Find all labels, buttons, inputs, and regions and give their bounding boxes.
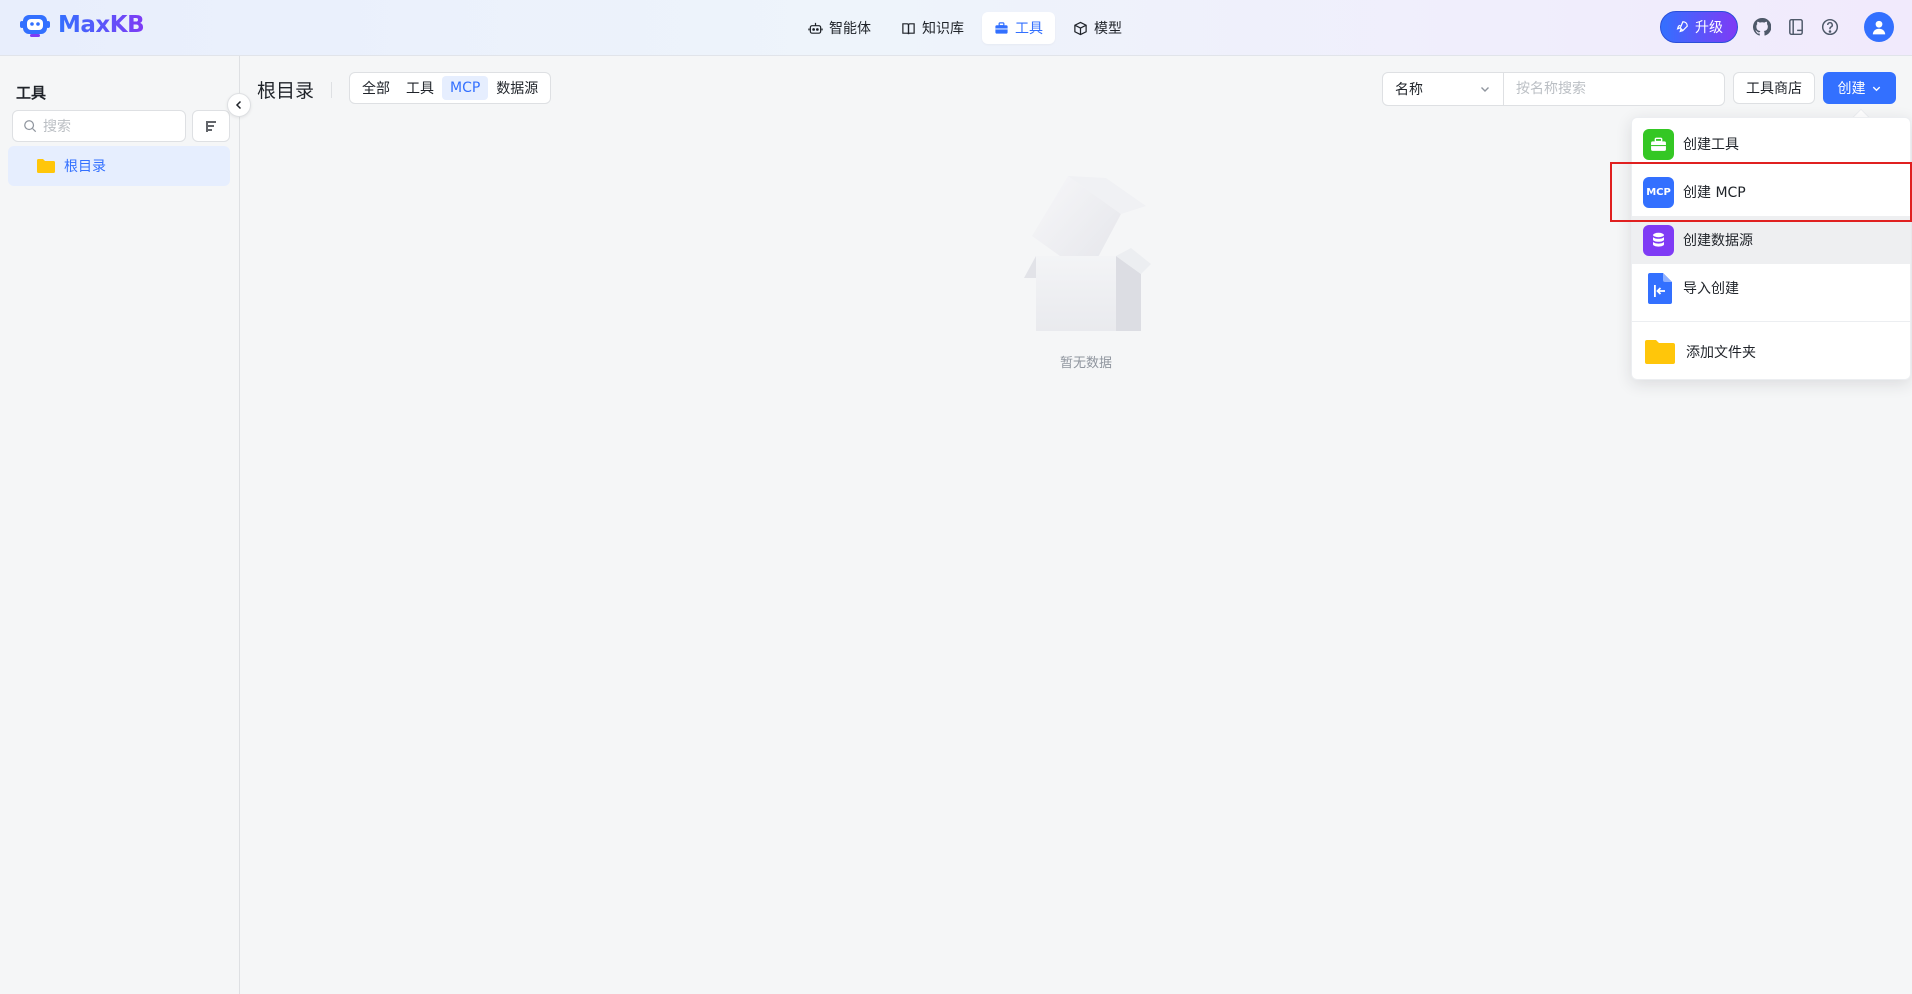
mcp-icon: MCP (1643, 176, 1674, 208)
filter-datasource[interactable]: 数据源 (488, 76, 546, 100)
filter-all[interactable]: 全部 (354, 76, 398, 100)
menu-item-label: 导入创建 (1683, 281, 1739, 297)
folder-icon (1643, 337, 1677, 368)
sort-icon (206, 121, 216, 132)
rocket-icon (1676, 21, 1688, 33)
github-icon[interactable] (1752, 17, 1772, 37)
tree-item-label: 根目录 (64, 159, 106, 175)
cube-icon (1074, 21, 1087, 35)
search-field-select[interactable]: 名称 (1382, 72, 1504, 106)
sidebar: 工具 搜索 根目录 (0, 56, 240, 994)
empty-box-icon (1024, 176, 1151, 331)
upgrade-button[interactable]: 升级 (1660, 11, 1738, 43)
search-icon (24, 120, 37, 133)
nav-item-knowledge[interactable]: 知识库 (889, 12, 976, 44)
sidebar-title: 工具 (16, 84, 47, 102)
create-dropdown-menu: 创建工具 MCP 创建 MCP 创建数据源 导入创建 添加文件夹 (1631, 117, 1911, 380)
menu-item-label: 创建工具 (1683, 137, 1739, 153)
sort-button[interactable] (192, 110, 230, 142)
menu-item-label: 添加文件夹 (1686, 345, 1756, 361)
sidebar-search[interactable]: 搜索 (12, 110, 186, 142)
chevron-down-icon (1872, 86, 1880, 91)
header-actions: 升级 (1660, 11, 1894, 43)
database-icon (1643, 224, 1674, 256)
page-title: 根目录 (257, 80, 315, 102)
nav-label: 知识库 (922, 21, 964, 37)
nav-label: 智能体 (829, 21, 871, 37)
nav-item-agent[interactable]: 智能体 (796, 12, 883, 44)
title-divider (331, 82, 332, 98)
menu-item-import[interactable]: 导入创建 (1632, 264, 1910, 312)
collapse-sidebar-button[interactable] (227, 93, 251, 117)
filter-mcp[interactable]: MCP (442, 76, 489, 100)
menu-item-create-mcp[interactable]: MCP 创建 MCP (1632, 168, 1910, 216)
empty-state: 暂无数据 (1001, 166, 1171, 371)
robot-icon (808, 22, 823, 34)
name-search-input[interactable] (1503, 72, 1725, 106)
main-nav: 智能体 知识库 工具 模型 (796, 12, 1134, 44)
help-icon[interactable] (1820, 17, 1840, 37)
chevron-down-icon (1481, 87, 1489, 92)
nav-label: 模型 (1094, 21, 1122, 37)
book-icon (902, 22, 915, 34)
create-label: 创建 (1837, 81, 1866, 97)
nav-item-tools[interactable]: 工具 (982, 12, 1055, 44)
chevron-left-icon (235, 100, 242, 110)
type-filter: 全部 工具 MCP 数据源 (349, 72, 552, 104)
menu-item-create-tool[interactable]: 创建工具 (1632, 120, 1910, 168)
menu-item-create-datasource[interactable]: 创建数据源 (1632, 216, 1910, 264)
search-field-value: 名称 (1395, 82, 1423, 98)
maxkb-logo-icon (20, 15, 50, 37)
upgrade-label: 升级 (1695, 20, 1723, 36)
user-avatar[interactable] (1864, 12, 1894, 42)
toolbox-icon (995, 21, 1008, 34)
nav-item-model[interactable]: 模型 (1061, 12, 1134, 44)
logo[interactable]: MaxKB (20, 12, 145, 38)
sidebar-search-placeholder: 搜索 (43, 119, 71, 135)
user-icon (1872, 20, 1886, 35)
filter-tools[interactable]: 工具 (398, 76, 442, 100)
create-button[interactable]: 创建 (1823, 72, 1896, 104)
menu-item-label: 创建 MCP (1683, 185, 1746, 201)
app-name: MaxKB (58, 12, 145, 38)
tool-store-button[interactable]: 工具商店 (1733, 72, 1815, 104)
docs-book-icon[interactable] (1786, 17, 1806, 37)
empty-text: 暂无数据 (1059, 356, 1112, 371)
import-file-icon (1643, 272, 1674, 304)
top-header: MaxKB 智能体 知识库 工具 模型 升级 (0, 0, 1912, 56)
nav-label: 工具 (1015, 21, 1043, 37)
folder-icon (37, 159, 55, 173)
tree-item-root[interactable]: 根目录 (8, 146, 230, 186)
toolbox-icon (1643, 128, 1674, 160)
menu-item-add-folder[interactable]: 添加文件夹 (1632, 325, 1910, 379)
menu-item-label: 创建数据源 (1683, 233, 1753, 249)
menu-divider (1632, 321, 1910, 322)
